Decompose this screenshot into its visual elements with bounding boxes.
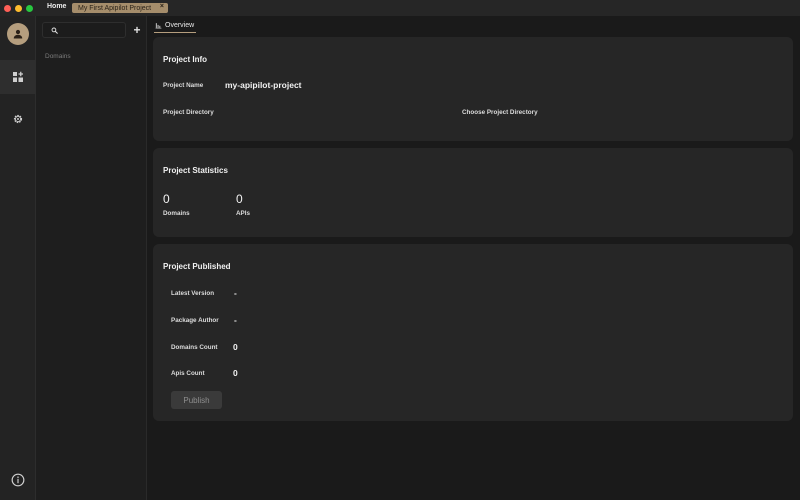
add-domain-button[interactable]: + xyxy=(131,23,143,37)
choose-directory-button[interactable]: Choose Project Directory xyxy=(462,109,538,116)
nav-rail xyxy=(0,16,36,500)
domains-count-label: Domains Count xyxy=(171,344,218,351)
tab-overview[interactable]: Overview xyxy=(154,20,197,33)
latest-version-value: - xyxy=(234,288,237,298)
project-statistics-title: Project Statistics xyxy=(163,166,228,175)
dashboard-add-icon xyxy=(13,71,23,82)
published-domains-count: 0 xyxy=(233,342,238,352)
tab-project-label: My First Apipilot Project xyxy=(78,4,152,12)
sidebar-section-domains: Domains xyxy=(45,53,71,60)
avatar-icon xyxy=(13,29,23,39)
rail-item-projects[interactable] xyxy=(0,60,36,94)
search-box[interactable] xyxy=(42,22,126,38)
domains-label: Domains xyxy=(163,210,190,217)
info-icon[interactable] xyxy=(11,473,25,487)
project-statistics-card: Project Statistics 0 Domains 0 APIs xyxy=(153,148,793,237)
bar-chart-icon xyxy=(155,22,162,28)
tab-overview-label: Overview xyxy=(165,21,195,29)
project-published-title: Project Published xyxy=(163,262,231,271)
minimize-window-button[interactable] xyxy=(15,4,22,12)
project-name-value: my-apipilot-project xyxy=(225,80,302,90)
project-directory-label: Project Directory xyxy=(163,109,214,116)
apis-count: 0 xyxy=(236,192,243,206)
search-icon xyxy=(51,27,58,34)
project-name-label: Project Name xyxy=(163,82,204,89)
project-published-card: Project Published Latest Version - Packa… xyxy=(153,244,793,421)
package-author-value: - xyxy=(234,315,237,325)
project-info-card: Project Info Project Name my-apipilot-pr… xyxy=(153,37,793,141)
domains-count: 0 xyxy=(163,192,170,206)
package-author-label: Package Author xyxy=(171,317,219,324)
latest-version-label: Latest Version xyxy=(171,290,215,297)
project-info-title: Project Info xyxy=(163,55,208,64)
published-apis-count: 0 xyxy=(233,368,238,378)
rail-item-settings[interactable] xyxy=(0,102,36,136)
title-bar: Home My First Apipilot Project × xyxy=(0,0,800,16)
sidebar: + Domains xyxy=(36,16,147,500)
avatar[interactable] xyxy=(7,23,29,45)
main-content: Overview Project Info Project Name my-ap… xyxy=(147,16,800,500)
apis-count-label: Apis Count xyxy=(171,370,205,377)
window-controls xyxy=(4,4,33,12)
gear-icon xyxy=(13,114,23,124)
tab-project[interactable]: My First Apipilot Project × xyxy=(72,3,168,13)
publish-button[interactable]: Publish xyxy=(171,391,222,409)
apis-label: APIs xyxy=(236,210,250,217)
search-input[interactable] xyxy=(62,26,122,34)
zoom-window-button[interactable] xyxy=(26,4,33,12)
tab-close-icon[interactable]: × xyxy=(160,3,164,10)
close-window-button[interactable] xyxy=(4,4,11,12)
tab-home[interactable]: Home xyxy=(47,3,66,10)
